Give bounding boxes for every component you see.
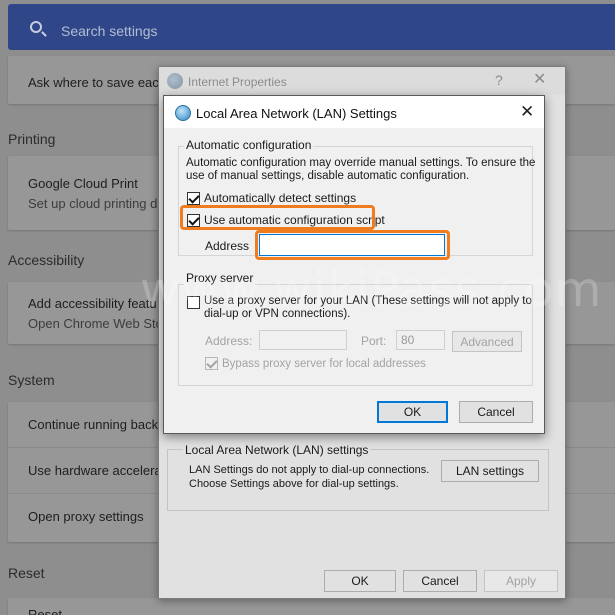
network-globe-icon — [175, 105, 191, 121]
auto-detect-settings-checkbox[interactable]: Automatically detect settings — [187, 191, 356, 205]
search-input[interactable]: Search settings — [61, 23, 158, 39]
use-auto-config-script-label: Use automatic configuration script — [204, 213, 385, 227]
proxy-port-label: Port: — [361, 334, 387, 348]
reset-section-title: Reset — [8, 565, 45, 581]
lan-settings-group-label: Local Area Network (LAN) settings — [183, 443, 371, 457]
reset-row[interactable]: Reset — [28, 607, 62, 615]
bypass-local-label: Bypass proxy server for local addresses — [222, 357, 426, 370]
use-auto-config-script-checkbox[interactable]: Use automatic configuration script — [187, 213, 385, 227]
checkbox-box[interactable] — [205, 357, 218, 370]
close-icon[interactable]: ✕ — [520, 102, 534, 122]
ask-where-to-save-row[interactable]: Ask where to save eac — [28, 75, 159, 90]
continue-running-background-row[interactable]: Continue running back — [28, 417, 158, 432]
ok-button[interactable]: OK — [377, 401, 448, 423]
add-accessibility-features-row[interactable]: Add accessibility featu — [28, 296, 157, 311]
proxy-port-input[interactable]: 80 — [396, 330, 445, 350]
search-icon — [30, 21, 42, 33]
auto-detect-settings-label: Automatically detect settings — [204, 191, 357, 205]
ok-button[interactable]: OK — [324, 570, 396, 592]
info-line: Automatic configuration may override man… — [186, 157, 536, 169]
checkbox-box[interactable] — [187, 296, 200, 309]
use-proxy-line: Use a proxy server for your LAN (These s… — [204, 295, 532, 307]
open-chrome-web-store-sub: Open Chrome Web Sto — [28, 316, 163, 331]
use-proxy-label: Use a proxy server for your LAN (These s… — [204, 295, 532, 321]
hardware-acceleration-row[interactable]: Use hardware accelera — [28, 463, 162, 478]
globe-icon — [167, 73, 183, 89]
settings-search-bar[interactable]: Search settings — [8, 4, 615, 50]
internet-properties-title: Internet Properties — [188, 75, 287, 89]
script-address-input[interactable] — [259, 234, 445, 256]
cancel-button[interactable]: Cancel — [403, 570, 477, 592]
proxy-address-label: Address: — [205, 334, 253, 348]
lan-description-line: Choose Settings above for dial-up settin… — [189, 478, 399, 490]
internet-properties-titlebar[interactable]: Internet Properties ? ✕ — [159, 67, 565, 95]
use-proxy-line: dial-up or VPN connections). — [204, 308, 351, 320]
apply-button[interactable]: Apply — [484, 570, 558, 592]
close-icon[interactable]: ✕ — [533, 69, 546, 89]
bypass-local-checkbox[interactable]: Bypass proxy server for local addresses — [205, 357, 426, 370]
auto-config-info: Automatic configuration may override man… — [186, 157, 535, 183]
script-address-label: Address — [205, 239, 250, 253]
reset-card — [8, 598, 615, 615]
proxy-server-label: Proxy server — [184, 271, 256, 285]
lan-dialog-title: Local Area Network (LAN) Settings — [196, 106, 397, 121]
checkbox-box[interactable] — [187, 191, 200, 205]
automatic-configuration-label: Automatic configuration — [184, 138, 314, 152]
system-section-title: System — [8, 372, 55, 388]
accessibility-section-title: Accessibility — [8, 252, 85, 268]
proxy-address-input[interactable] — [259, 330, 347, 350]
use-proxy-checkbox[interactable]: Use a proxy server for your LAN (These s… — [187, 295, 532, 321]
info-line: use of manual settings, disable automati… — [186, 170, 470, 182]
google-cloud-print-sub: Set up cloud printing d — [28, 196, 158, 211]
lan-settings-button[interactable]: LAN settings — [441, 460, 539, 482]
advanced-button[interactable]: Advanced — [452, 331, 522, 352]
open-proxy-settings-row[interactable]: Open proxy settings — [28, 509, 144, 524]
printing-section-title: Printing — [8, 131, 56, 147]
checkbox-box[interactable] — [187, 213, 200, 227]
lan-description-line: LAN Settings do not apply to dial-up con… — [189, 464, 430, 476]
google-cloud-print-row[interactable]: Google Cloud Print — [28, 176, 138, 191]
help-button[interactable]: ? — [495, 72, 503, 88]
lan-settings-dialog: Local Area Network (LAN) Settings ✕ Auto… — [163, 95, 545, 434]
cancel-button[interactable]: Cancel — [459, 401, 533, 423]
lan-settings-description: LAN Settings do not apply to dial-up con… — [189, 463, 429, 491]
lan-dialog-titlebar[interactable]: Local Area Network (LAN) Settings ✕ — [164, 96, 544, 128]
